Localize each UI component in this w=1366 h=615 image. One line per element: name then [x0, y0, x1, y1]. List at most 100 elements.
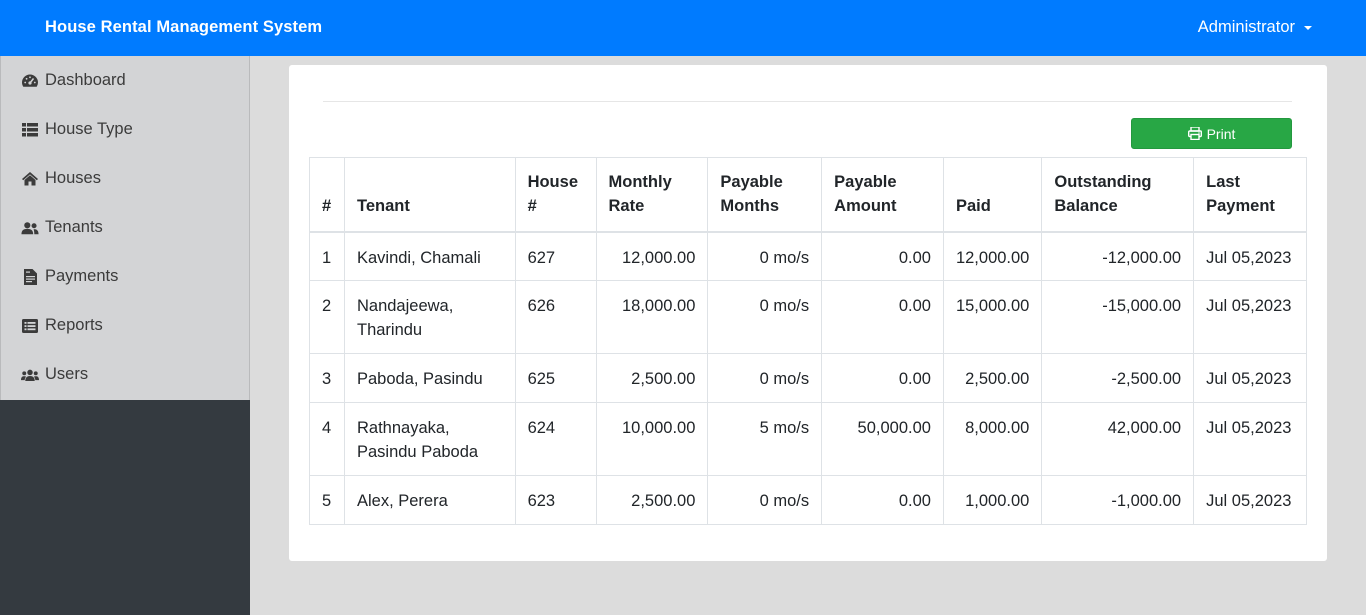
- cell-house: 624: [514, 402, 597, 476]
- cell-payable-amount: 0.00: [821, 231, 944, 281]
- cell-monthly-rate: 12,000.00: [595, 231, 709, 281]
- home-icon: [21, 171, 39, 187]
- print-button-label: Print: [1206, 125, 1236, 142]
- cell-last-payment: Jul 05,2023: [1193, 402, 1307, 476]
- column-header-line: Monthly: [608, 172, 672, 191]
- cell-number: 4: [309, 402, 345, 476]
- cell-last-payment: Jul 05,2023: [1193, 475, 1307, 525]
- sidebar-item-house-type[interactable]: House Type: [1, 105, 249, 154]
- column-header-house: House #: [514, 157, 597, 233]
- cell-tenant: Alex, Perera: [343, 475, 516, 525]
- sidebar-item-reports[interactable]: Reports: [1, 301, 249, 350]
- cell-house: 623: [514, 475, 597, 525]
- cell-last-payment: Jul 05,2023: [1193, 353, 1307, 403]
- cell-payable-amount: 0.00: [821, 353, 944, 403]
- column-header-line: #: [527, 196, 537, 215]
- list-alt-icon: [21, 318, 39, 334]
- tachometer-icon: [21, 73, 39, 89]
- cell-monthly-rate: 2,500.00: [595, 353, 709, 403]
- column-header-payable-months: Payable Months: [707, 157, 823, 233]
- cell-paid: 8,000.00: [942, 402, 1043, 476]
- column-header-monthly-rate: Monthly Rate: [595, 157, 709, 233]
- column-header-line: Tenant: [356, 196, 410, 215]
- cell-payable-amount: 0.00: [821, 475, 944, 525]
- cell-outstanding-balance: -12,000.00: [1041, 231, 1195, 281]
- sidebar-item-label: House Type: [45, 120, 133, 138]
- column-header-line: Payable: [720, 172, 783, 191]
- column-header-line: House: [527, 172, 578, 191]
- column-header-line: Paid: [955, 196, 991, 215]
- table-row: 2 Nandajeewa, Tharindu 626 18,000.00 0 mo/s 0…: [309, 280, 1307, 354]
- cell-house: 626: [514, 280, 597, 354]
- cell-tenant: Nandajeewa, Tharindu: [343, 280, 516, 354]
- sidebar-item-users[interactable]: Users: [1, 350, 249, 399]
- report-card: Print # Tenant House # Monthly Rate Payable Mon…: [289, 65, 1327, 561]
- report-table: # Tenant House # Monthly Rate Payable Months Pay…: [309, 157, 1307, 525]
- sidebar-item-label: Users: [45, 365, 89, 383]
- table-row: 3 Paboda, Pasindu 625 2,500.00 0 mo/s 0.00 2,5…: [309, 353, 1307, 403]
- cell-monthly-rate: 10,000.00: [595, 402, 709, 476]
- cell-payable-months: 0 mo/s: [707, 231, 823, 281]
- list-icon: [21, 122, 39, 138]
- cell-house: 625: [514, 353, 597, 403]
- table-header-row: # Tenant House # Monthly Rate Payable Months Pay…: [309, 157, 1307, 233]
- column-header-line: Payment: [1206, 196, 1275, 215]
- column-header-last-payment: Last Payment: [1193, 157, 1307, 233]
- table-row: 4 Rathnayaka, Pasindu Paboda 624 10,000.00 5…: [309, 402, 1307, 476]
- cell-tenant: Rathnayaka, Pasindu Paboda: [343, 402, 516, 476]
- cell-payable-months: 5 mo/s: [707, 402, 823, 476]
- user-friends-icon: [21, 220, 39, 236]
- cell-last-payment: Jul 05,2023: [1193, 280, 1307, 354]
- cell-number: 5: [309, 475, 345, 525]
- sidebar-menu: Dashboard House Type Houses Tenants Paym…: [0, 56, 250, 400]
- column-header-paid: Paid: [942, 157, 1043, 233]
- cell-outstanding-balance: 42,000.00: [1041, 402, 1195, 476]
- cell-number: 3: [309, 353, 345, 403]
- divider: [323, 101, 1292, 102]
- users-icon: [21, 367, 39, 383]
- cell-outstanding-balance: -1,000.00: [1041, 475, 1195, 525]
- print-button[interactable]: Print: [1131, 118, 1292, 149]
- cell-tenant: Paboda, Pasindu: [343, 353, 516, 403]
- sidebar-item-label: Dashboard: [45, 71, 126, 89]
- cell-monthly-rate: 2,500.00: [595, 475, 709, 525]
- column-header-number: #: [309, 157, 345, 233]
- column-header-line: Months: [720, 196, 780, 215]
- table-row: 1 Kavindi, Chamali 627 12,000.00 0 mo/s 0.00 1…: [309, 231, 1307, 281]
- cell-outstanding-balance: -15,000.00: [1041, 280, 1195, 354]
- app-title[interactable]: House Rental Management System: [45, 18, 322, 37]
- sidebar-item-label: Tenants: [45, 218, 103, 236]
- sidebar-item-payments[interactable]: Payments: [1, 252, 249, 301]
- table-row: 5 Alex, Perera 623 2,500.00 0 mo/s 0.00 1,000.…: [309, 475, 1307, 525]
- cell-paid: 2,500.00: [942, 353, 1043, 403]
- column-header-line: #: [322, 196, 332, 215]
- cell-payable-amount: 50,000.00: [821, 402, 944, 476]
- column-header-payable-amount: Payable Amount: [821, 157, 944, 233]
- cell-monthly-rate: 18,000.00: [595, 280, 709, 354]
- sidebar-item-houses[interactable]: Houses: [1, 154, 249, 203]
- file-invoice-icon: [21, 268, 39, 285]
- cell-payable-amount: 0.00: [821, 280, 944, 354]
- cell-paid: 1,000.00: [942, 475, 1043, 525]
- cell-tenant: Kavindi, Chamali: [343, 231, 516, 281]
- column-header-line: Payable: [834, 172, 897, 191]
- cell-paid: 12,000.00: [942, 231, 1043, 281]
- user-name: Administrator: [1197, 18, 1295, 36]
- cell-house: 627: [514, 231, 597, 281]
- sidebar-item-label: Houses: [45, 169, 101, 187]
- print-icon: [1187, 127, 1202, 140]
- cell-last-payment: Jul 05,2023: [1193, 231, 1307, 281]
- column-header-line: Outstanding: [1054, 172, 1152, 191]
- cell-number: 1: [309, 231, 345, 281]
- cell-outstanding-balance: -2,500.00: [1041, 353, 1195, 403]
- table-body: 1 Kavindi, Chamali 627 12,000.00 0 mo/s 0.00 1…: [309, 231, 1307, 525]
- sidebar: Dashboard House Type Houses Tenants Paym…: [0, 56, 250, 615]
- user-menu-dropdown[interactable]: Administrator: [1198, 18, 1312, 37]
- sidebar-item-label: Payments: [45, 267, 119, 285]
- sidebar-item-dashboard[interactable]: Dashboard: [1, 56, 249, 105]
- cell-payable-months: 0 mo/s: [707, 475, 823, 525]
- sidebar-item-tenants[interactable]: Tenants: [1, 203, 249, 252]
- column-header-tenant: Tenant: [343, 157, 516, 233]
- top-navbar: House Rental Management System Administr…: [0, 0, 1366, 56]
- cell-paid: 15,000.00: [942, 280, 1043, 354]
